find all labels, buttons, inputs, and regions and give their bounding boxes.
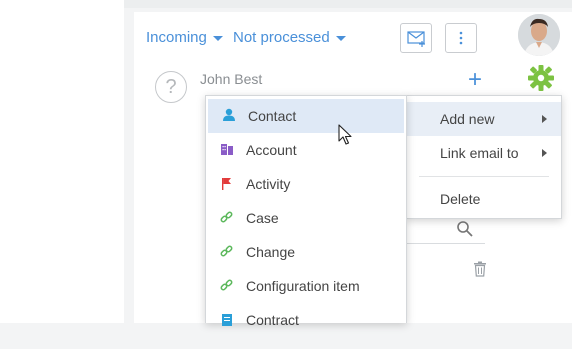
user-photo-icon <box>518 14 560 56</box>
gear-icon <box>528 65 554 91</box>
unknown-mark: ? <box>165 76 177 98</box>
submenu-item-label: Configuration item <box>246 278 360 294</box>
chevron-down-icon <box>212 35 223 41</box>
flag-icon <box>220 167 236 201</box>
submenu-item-label: Case <box>246 210 279 226</box>
incoming-filter-label: Incoming <box>146 29 207 46</box>
submenu-item-contract[interactable]: Contract <box>206 303 406 337</box>
submenu-item-contact[interactable]: Contact <box>208 99 404 133</box>
submenu-item-label: Account <box>246 142 297 158</box>
submenu-item-label: Activity <box>246 176 291 192</box>
status-filter[interactable]: Not processed <box>233 29 346 46</box>
chain-icon <box>220 269 236 303</box>
chevron-right-icon <box>542 115 547 123</box>
submenu-item-activity[interactable]: Activity <box>206 167 406 201</box>
menu-item-delete[interactable]: Delete <box>407 182 561 216</box>
add-button[interactable]: + <box>468 66 482 94</box>
status-filter-label: Not processed <box>233 29 330 46</box>
mouse-cursor-icon <box>338 124 354 151</box>
menu-item-add-new-label: Add new <box>440 111 495 127</box>
submenu-item-label: Contact <box>248 108 297 124</box>
trash-icon <box>474 261 486 277</box>
menu-item-delete-label: Delete <box>440 191 481 207</box>
submenu-item-case[interactable]: Case <box>206 201 406 235</box>
menu-item-link-email-to[interactable]: Link email to <box>407 136 561 170</box>
unknown-contact-icon: ? <box>155 71 187 103</box>
envelope-icon <box>407 31 425 47</box>
submenu-item-label: Change <box>246 244 296 260</box>
menu-item-link-email-to-label: Link email to <box>440 145 519 161</box>
document-icon <box>220 303 236 337</box>
chain-icon <box>220 235 236 269</box>
incoming-filter[interactable]: Incoming <box>146 29 223 46</box>
chevron-down-icon <box>335 35 346 41</box>
submenu-item-change[interactable]: Change <box>206 235 406 269</box>
compose-email-button[interactable] <box>400 23 432 53</box>
search-field-underline <box>407 243 485 244</box>
settings-button[interactable] <box>527 64 555 97</box>
email-context-menu: Add new Link email to Delete <box>406 95 562 219</box>
more-options-button[interactable] <box>445 23 477 53</box>
left-pane <box>0 0 124 323</box>
chevron-right-icon <box>542 149 547 157</box>
delete-attachment-button[interactable] <box>473 261 487 282</box>
chain-icon <box>220 201 236 235</box>
submenu-item-account[interactable]: Account <box>206 133 406 167</box>
vertical-dots-icon <box>459 31 463 45</box>
avatar[interactable] <box>518 14 560 56</box>
submenu-item-label: Contract <box>246 312 299 328</box>
menu-divider <box>419 176 549 177</box>
email-sender: John Best <box>200 71 263 87</box>
person-icon <box>222 99 238 133</box>
add-new-submenu: Contact Account Activity Case Change Con… <box>205 95 407 328</box>
building-icon <box>220 133 236 167</box>
search-icon <box>457 221 473 237</box>
submenu-item-configuration-item[interactable]: Configuration item <box>206 269 406 303</box>
menu-item-add-new[interactable]: Add new <box>407 102 561 136</box>
search-button[interactable] <box>456 220 474 243</box>
